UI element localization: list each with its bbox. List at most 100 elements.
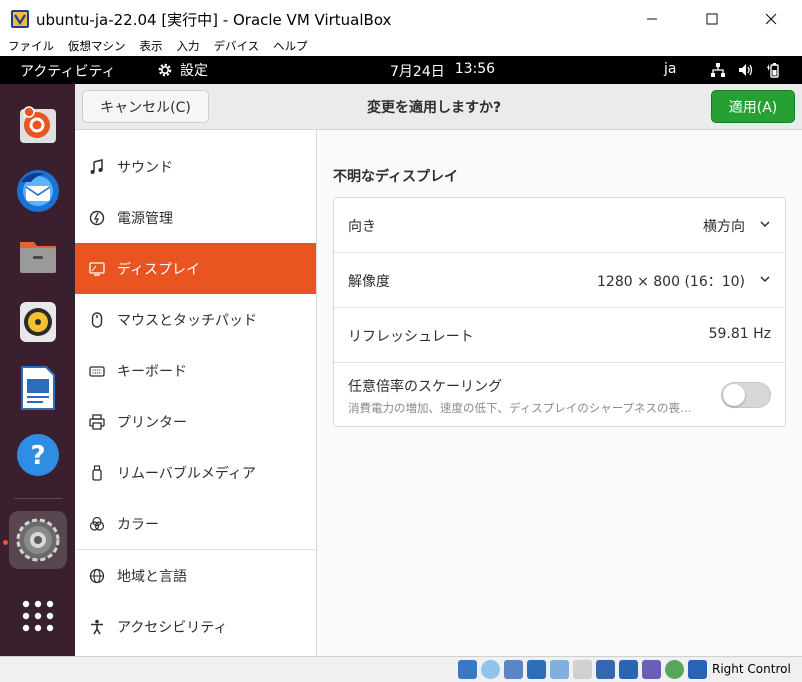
header-title: 変更を適用しますか? — [367, 100, 502, 116]
network-adapter-icon[interactable] — [527, 660, 546, 679]
input-language[interactable]: ja — [664, 61, 676, 77]
resolution-row[interactable]: 解像度 1280 × 800 (16：10) — [334, 253, 785, 308]
close-button[interactable] — [748, 0, 794, 37]
system-menu[interactable] — [710, 62, 794, 78]
maximize-button[interactable] — [689, 0, 735, 37]
mouse-icon — [91, 311, 103, 328]
orientation-row[interactable]: 向き 横方向 — [334, 198, 785, 253]
host-menubar: ファイル 仮想マシン 表示 入力 デバイス ヘルプ — [0, 37, 802, 56]
clock[interactable]: 7月24日 13:56 — [390, 61, 495, 81]
virtualbox-icon — [11, 10, 29, 28]
volume-icon — [739, 64, 753, 76]
display-indicator-icon[interactable] — [596, 660, 615, 679]
fractional-scaling-toggle[interactable] — [721, 382, 771, 408]
host-statusbar: Right Control — [0, 656, 802, 682]
printer-icon — [89, 413, 105, 430]
guest-screen: アクティビティ 設定 7月24日 13:56 ja ? キャンセル(C) 変更を… — [0, 56, 802, 656]
sidebar-item-display[interactable]: ディスプレイ — [75, 243, 316, 294]
audio-icon[interactable] — [504, 660, 523, 679]
sidebar-item-mouse[interactable]: マウスとタッチパッド — [75, 294, 316, 345]
dock-rhythmbox[interactable] — [9, 293, 67, 351]
dock-files[interactable] — [9, 227, 67, 285]
sidebar-item-removable-media[interactable]: リムーバブルメディア — [75, 447, 316, 498]
sidebar-item-label: カラー — [117, 516, 159, 533]
sidebar-item-sound[interactable]: サウンド — [75, 141, 316, 192]
settings-header: キャンセル(C) 変更を適用しますか? 適用(A) — [75, 84, 802, 130]
dock-help[interactable]: ? — [9, 426, 67, 484]
cancel-button[interactable]: キャンセル(C) — [82, 90, 209, 123]
keyboard-icon — [89, 365, 105, 377]
display-panel: 不明なディスプレイ 向き 横方向 解像度 1280 × 800 (16：10) … — [318, 130, 802, 656]
host-key-label: Right Control — [712, 662, 791, 676]
thunderbird-icon — [17, 170, 59, 212]
network-icon — [711, 63, 725, 77]
shared-folders-icon[interactable] — [573, 660, 592, 679]
sidebar-item-label: 地域と言語 — [117, 568, 187, 585]
fractional-scaling-description: 消費電力の増加、速度の低下、ディスプレイのシャープネスの喪… — [348, 401, 692, 415]
clock-date: 7月24日 — [390, 64, 445, 80]
settings-window: キャンセル(C) 変更を適用しますか? 適用(A) サウンド 電源管理 ディスプ… — [75, 84, 802, 656]
orientation-value: 横方向 — [703, 219, 745, 235]
display-icon — [89, 261, 105, 276]
toggle-knob — [723, 384, 745, 406]
rhythmbox-icon — [20, 302, 56, 342]
menu-devices[interactable]: デバイス — [214, 37, 260, 56]
chevron-down-icon — [760, 276, 770, 283]
optical-drive-icon[interactable] — [481, 660, 500, 679]
sidebar-item-label: ディスプレイ — [117, 261, 201, 278]
refresh-rate-label: リフレッシュレート — [348, 329, 474, 345]
device-indicators — [458, 660, 711, 679]
virtualization-icon[interactable] — [642, 660, 661, 679]
dock-software-updater[interactable] — [9, 96, 67, 154]
sidebar-item-label: マウスとタッチパッド — [117, 312, 257, 329]
dock-separator — [14, 498, 62, 499]
gear-icon — [158, 63, 172, 77]
host-titlebar: ubuntu-ja-22.04 [実行中] - Oracle VM Virtua… — [0, 0, 802, 37]
dock-thunderbird[interactable] — [9, 162, 67, 220]
fractional-scaling-row[interactable]: 任意倍率のスケーリング 消費電力の増加、速度の低下、ディスプレイのシャープネスの… — [334, 363, 785, 426]
keyboard-capture-icon[interactable] — [688, 660, 707, 679]
sidebar-item-color[interactable]: カラー — [75, 498, 316, 549]
recording-icon[interactable] — [619, 660, 638, 679]
resolution-label: 解像度 — [348, 274, 390, 290]
svg-text:?: ? — [30, 441, 45, 471]
sidebar-item-region-language[interactable]: 地域と言語 — [75, 550, 316, 601]
usb-icon[interactable] — [550, 660, 569, 679]
hard-disk-icon[interactable] — [458, 660, 477, 679]
color-icon — [89, 516, 105, 531]
dock: ? — [0, 84, 75, 656]
dock-libreoffice-writer[interactable] — [9, 359, 67, 417]
menu-help[interactable]: ヘルプ — [273, 37, 308, 56]
menu-machine[interactable]: 仮想マシン — [68, 37, 126, 56]
sidebar-item-power[interactable]: 電源管理 — [75, 192, 316, 243]
running-indicator — [3, 540, 8, 545]
mouse-integration-icon[interactable] — [665, 660, 684, 679]
apply-button[interactable]: 適用(A) — [711, 90, 795, 123]
fractional-scaling-label: 任意倍率のスケーリング — [348, 379, 502, 395]
app-menu[interactable]: 設定 — [157, 60, 208, 80]
activities-button[interactable]: アクティビティ — [20, 61, 116, 81]
menu-file[interactable]: ファイル — [8, 37, 54, 56]
sidebar-item-keyboard[interactable]: キーボード — [75, 345, 316, 396]
help-icon: ? — [17, 434, 59, 476]
software-updater-icon — [20, 106, 56, 143]
menu-input[interactable]: 入力 — [177, 37, 200, 56]
power-icon — [89, 210, 105, 225]
minimize-button[interactable] — [629, 0, 675, 37]
writer-icon — [21, 366, 55, 410]
sidebar-item-label: キーボード — [117, 363, 187, 380]
sidebar-item-label: サウンド — [117, 159, 173, 176]
sidebar-item-label: リムーバブルメディア — [117, 465, 256, 482]
dock-app-grid[interactable] — [9, 587, 67, 645]
refresh-rate-row: リフレッシュレート 59.81 Hz — [334, 308, 785, 363]
dock-settings[interactable] — [9, 511, 67, 569]
resolution-value: 1280 × 800 (16：10) — [597, 274, 745, 290]
music-note-icon — [90, 158, 103, 174]
usb-drive-icon — [92, 464, 102, 481]
accessibility-icon — [91, 619, 103, 634]
chevron-down-icon — [760, 221, 770, 228]
sidebar-item-accessibility[interactable]: アクセシビリティ — [75, 601, 316, 652]
menu-view[interactable]: 表示 — [140, 37, 163, 56]
sidebar-item-printers[interactable]: プリンター — [75, 396, 316, 447]
app-menu-label: 設定 — [180, 63, 208, 79]
